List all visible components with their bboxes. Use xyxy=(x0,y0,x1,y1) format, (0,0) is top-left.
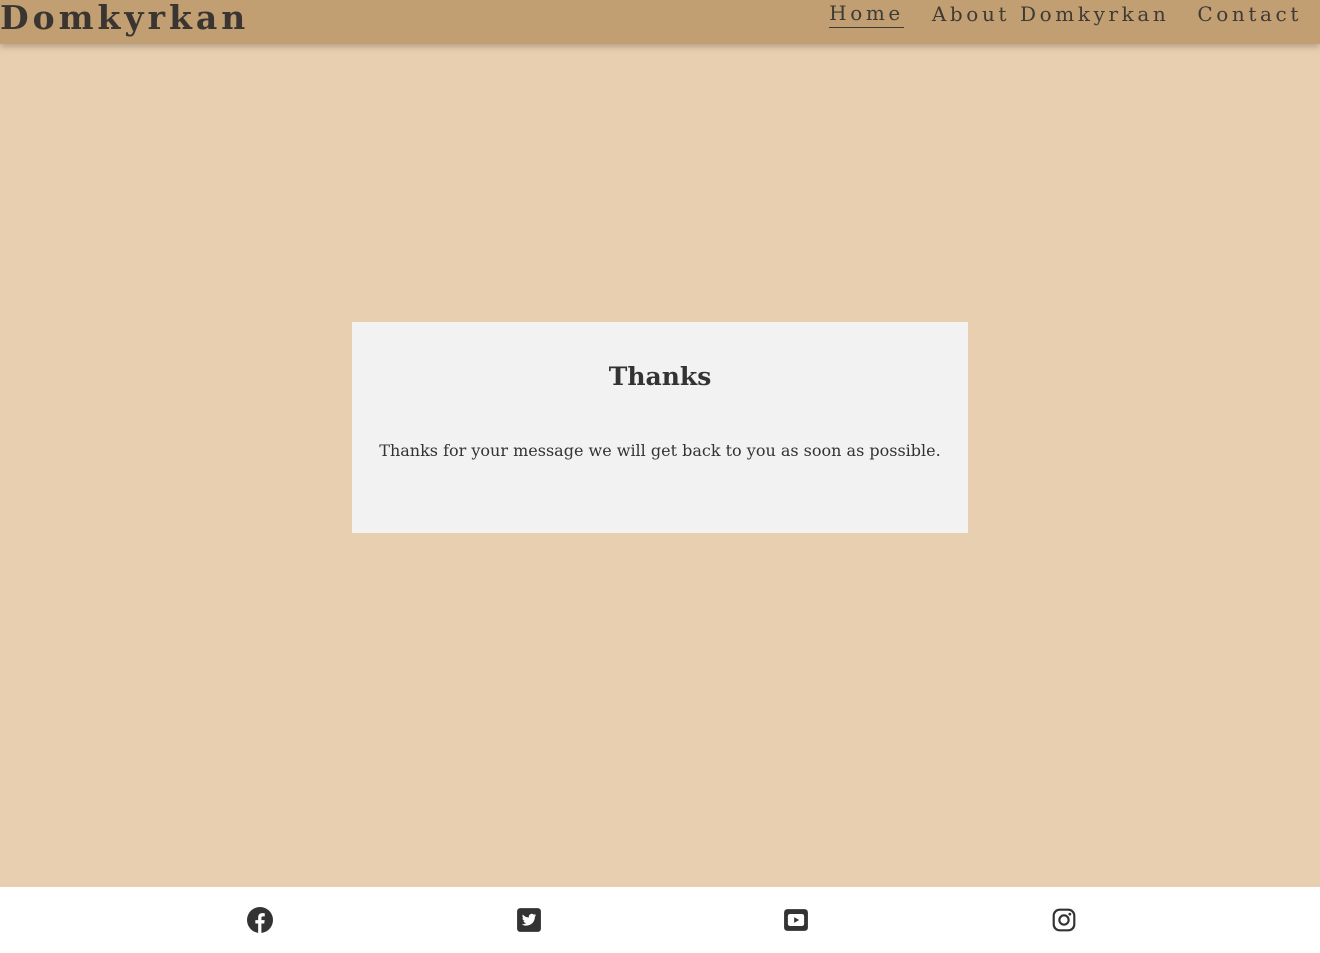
thanks-message: Thanks for your message we will get back… xyxy=(379,441,941,460)
nav-about[interactable]: About Domkyrkan xyxy=(932,1,1170,28)
instagram-link[interactable] xyxy=(1051,907,1077,933)
youtube-icon xyxy=(784,909,808,931)
youtube-link[interactable] xyxy=(783,907,809,933)
instagram-icon xyxy=(1052,908,1076,932)
nav-home[interactable]: Home xyxy=(829,0,904,28)
site-header: Domkyrkan Home About Domkyrkan Contact xyxy=(0,0,1320,44)
site-footer xyxy=(0,887,1320,953)
twitter-icon xyxy=(517,908,541,932)
facebook-link[interactable] xyxy=(247,907,273,933)
twitter-link[interactable] xyxy=(516,907,542,933)
page-title: Thanks xyxy=(608,362,712,391)
thanks-card: Thanks Thanks for your message we will g… xyxy=(352,322,968,533)
main-nav: Home About Domkyrkan Contact xyxy=(829,0,1302,28)
site-brand[interactable]: Domkyrkan xyxy=(0,0,249,38)
facebook-icon xyxy=(247,907,273,933)
nav-contact[interactable]: Contact xyxy=(1197,1,1302,28)
